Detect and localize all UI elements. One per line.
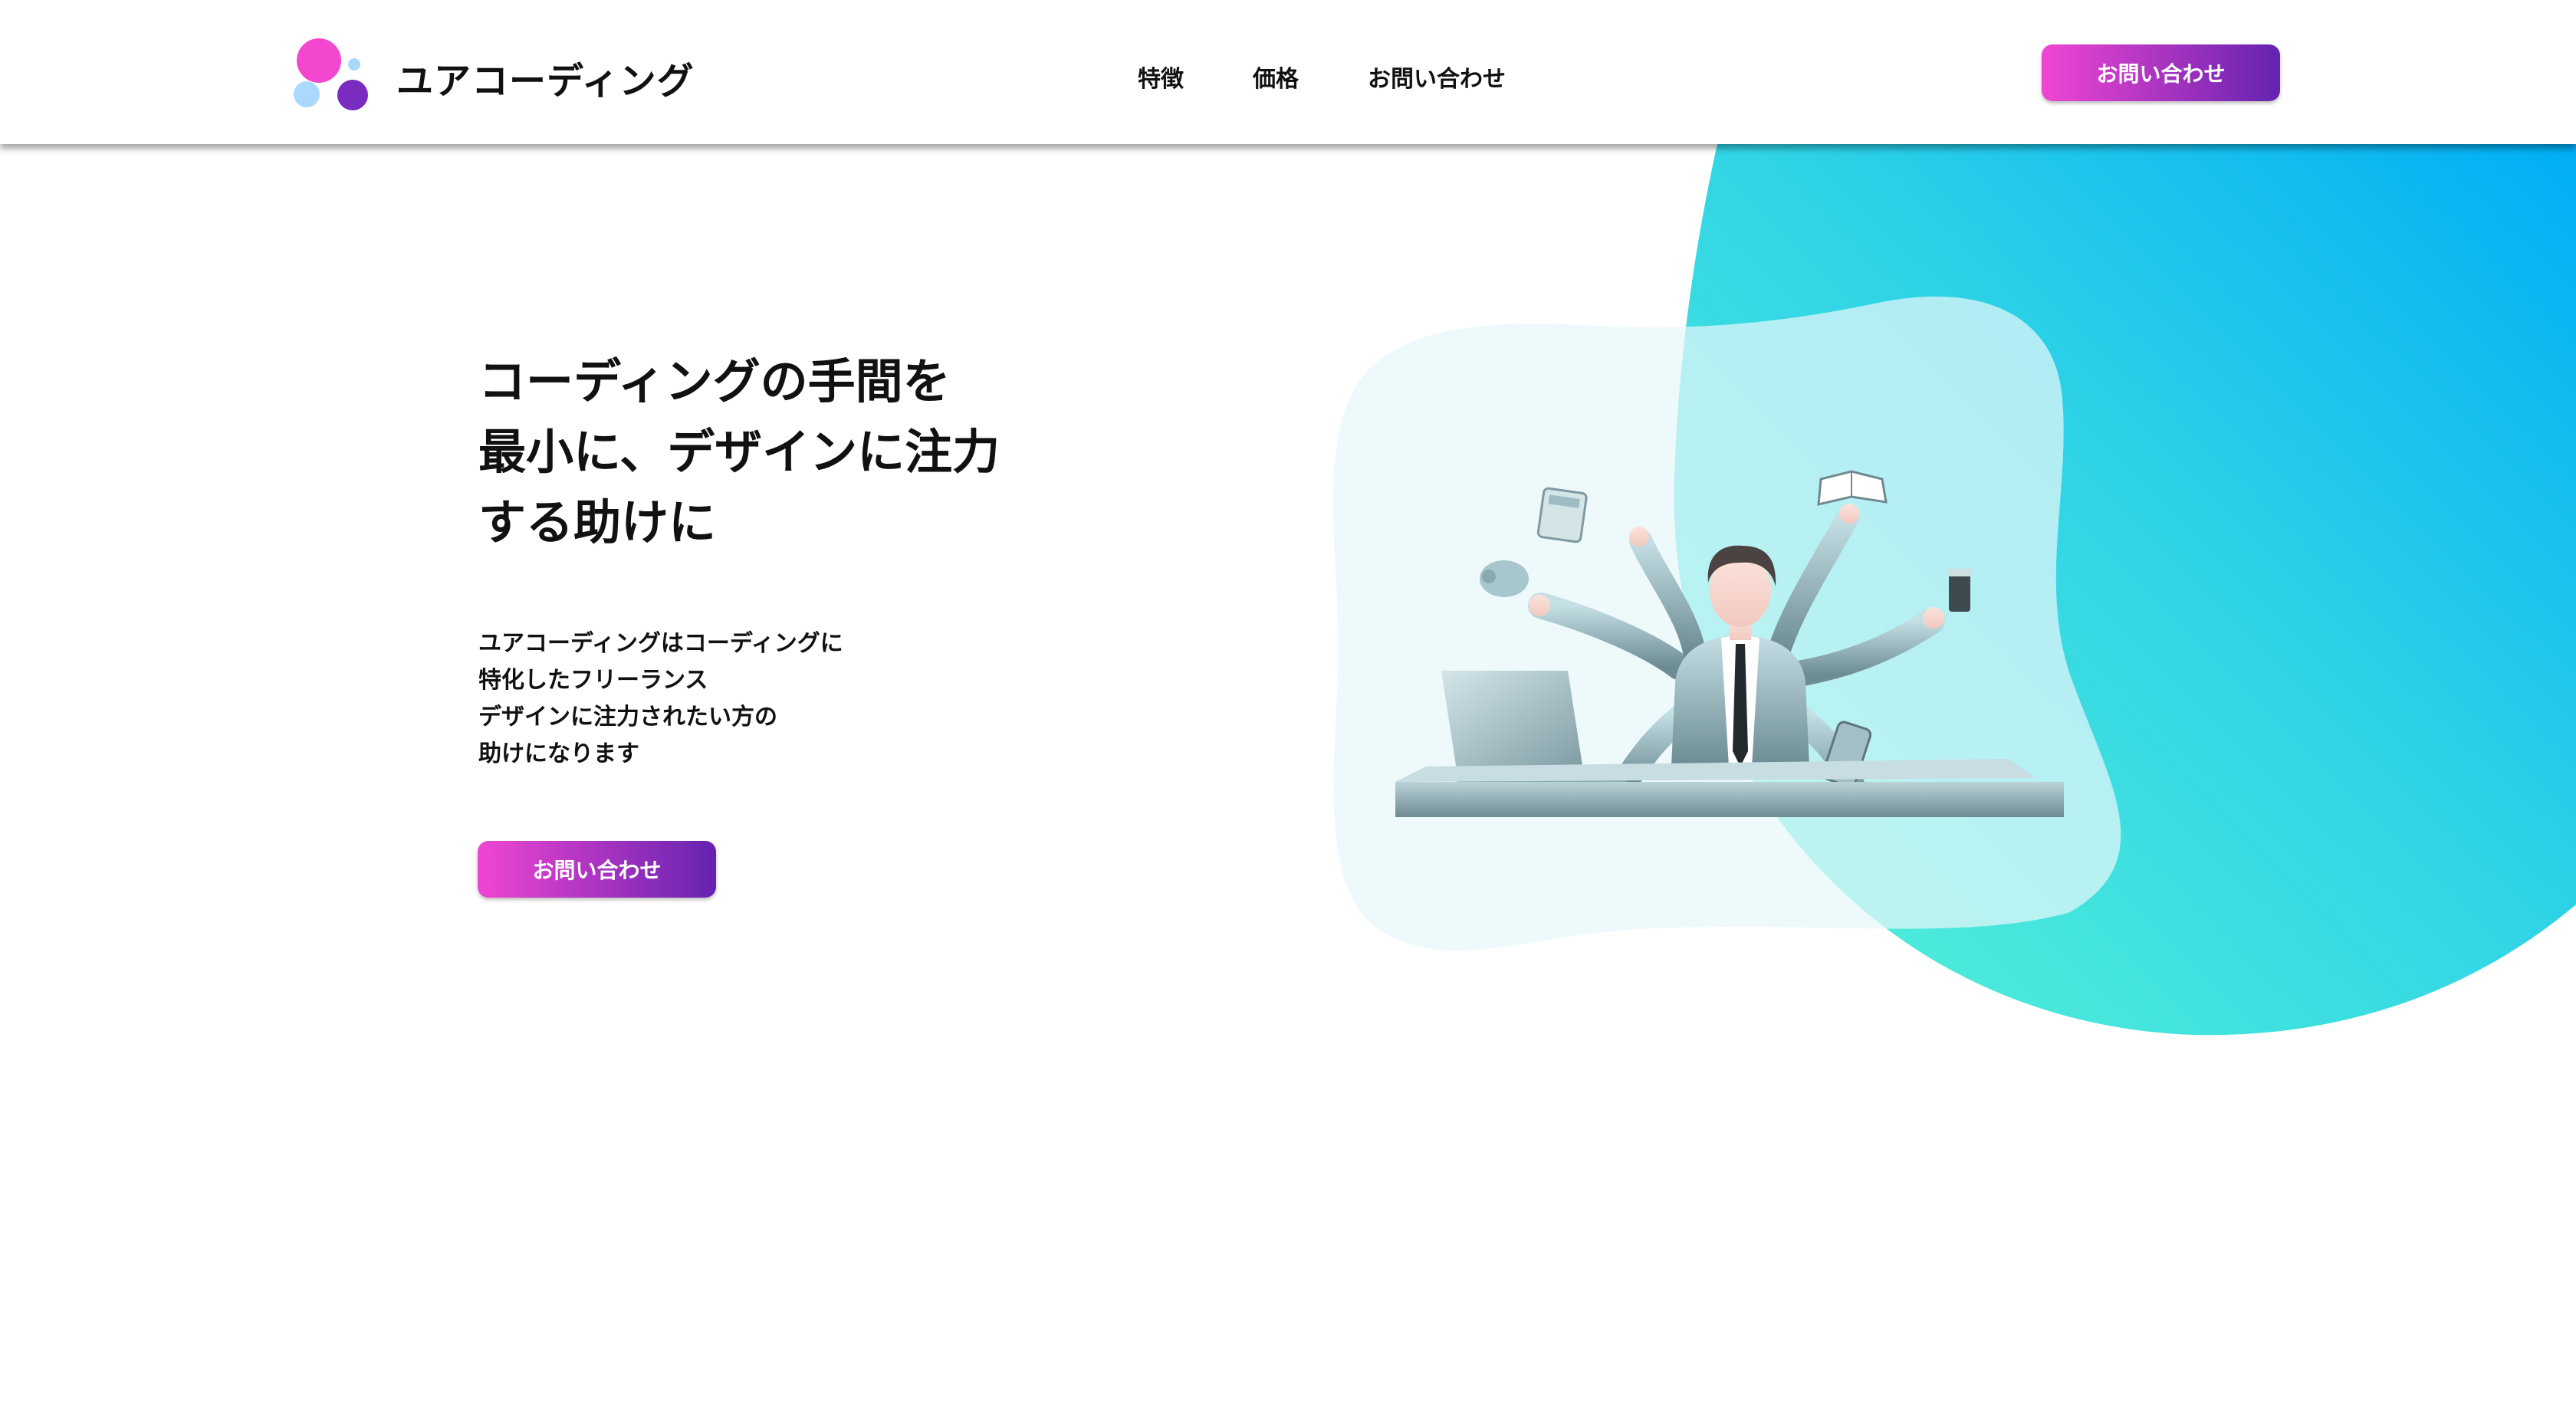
hero-background-decor xyxy=(1332,144,2576,1036)
hero-title-line: コーディングの手間を xyxy=(478,353,951,409)
hand xyxy=(1923,607,1944,629)
landing-page: ユアコーディング 特徴 価格 お問い合わせ お問い合わせ コーディングの手間を … xyxy=(0,0,2576,1402)
arm xyxy=(1528,593,1692,680)
hand xyxy=(1529,595,1550,616)
hand xyxy=(1629,527,1649,547)
hand xyxy=(1839,504,1859,524)
nav-pricing[interactable]: 価格 xyxy=(1253,60,1299,94)
nav-features[interactable]: 特徴 xyxy=(1138,60,1184,94)
coffee-cup-icon xyxy=(1947,569,1972,612)
site-header: ユアコーディング 特徴 価格 お問い合わせ お問い合わせ xyxy=(0,0,2576,144)
nav-contact[interactable]: お問い合わせ xyxy=(1368,60,1506,94)
calculator-icon xyxy=(1536,487,1588,543)
hero-description-line: 特化したフリーランス xyxy=(478,667,708,694)
header-contact-button[interactable]: お問い合わせ xyxy=(2042,44,2280,101)
logo-dot-purple xyxy=(337,80,368,110)
main-nav: 特徴 価格 お問い合わせ xyxy=(1138,60,1506,94)
desk-front xyxy=(1395,782,2064,817)
hero-description-line: ユアコーディングはコーディングに xyxy=(478,630,843,657)
multitasking-businessman-illustration xyxy=(1395,470,2064,817)
logo-dot-small xyxy=(348,58,360,71)
hero-title: コーディングの手間を 最小に、デザインに注力 する助けに xyxy=(478,346,1000,558)
hero-title-line: する助けに xyxy=(478,494,717,550)
hero-description-line: 助けになります xyxy=(478,740,639,767)
open-book-icon xyxy=(1817,470,1888,506)
arm xyxy=(1767,506,1859,663)
arm xyxy=(1781,608,1945,688)
hero-title-line: 最小に、デザインに注力 xyxy=(478,424,1001,480)
logo-mark-icon[interactable] xyxy=(291,34,368,110)
hero-contact-button[interactable]: お問い合わせ xyxy=(478,841,716,898)
hero-description: ユアコーディングはコーディングに 特化したフリーランス デザインに注力されたい方… xyxy=(478,625,843,773)
piggy-bank-icon xyxy=(1480,560,1529,597)
logo-dot-light-blue xyxy=(294,81,320,107)
brand-name[interactable]: ユアコーディング xyxy=(396,51,695,104)
hero-description-line: デザインに注力されたい方の xyxy=(478,704,777,731)
logo-dot-pink xyxy=(297,38,341,83)
